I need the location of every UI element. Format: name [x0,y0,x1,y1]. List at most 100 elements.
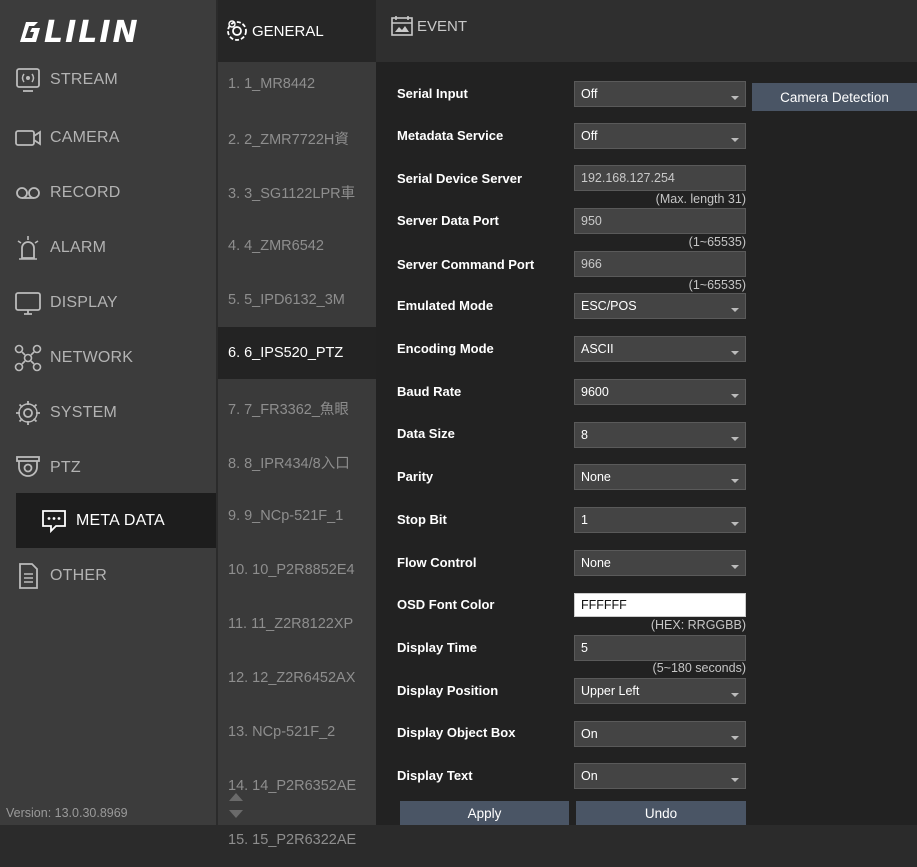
encoding-mode-label: Encoding Mode [397,341,494,356]
emulated-mode-label: Emulated Mode [397,298,494,313]
sidebar-item-other[interactable]: OTHER [0,548,216,603]
version-label: Version: 13.0.30.8969 [6,806,128,820]
serial-device-server-input[interactable]: 192.168.127.254 [574,165,746,191]
network-icon [12,342,44,374]
gear-icon [224,18,250,44]
device-item[interactable]: 9. 9_NCp-521F_1 [218,489,376,543]
sidebar-item-meta-data[interactable]: META DATA [16,493,216,548]
device-item[interactable]: 13. NCp-521F_2 [218,705,376,759]
sidebar-item-ptz[interactable]: PTZ [0,440,216,495]
sidebar-item-camera[interactable]: CAMERA [0,110,216,165]
serial-input-select[interactable]: Off [574,81,746,107]
device-label: 5. 5_IPD6132_3M [228,292,345,308]
sidebar-item-label: META DATA [76,511,165,529]
sidebar-item-alarm[interactable]: ALARM [0,220,216,275]
flow-control-select[interactable]: None [574,550,746,576]
display-position-select[interactable]: Upper Left [574,678,746,704]
input-value: FFFFFF [581,598,627,612]
parity-select[interactable]: None [574,464,746,490]
server-data-port-input[interactable]: 950 [574,208,746,234]
undo-button[interactable]: Undo [576,801,746,825]
display-icon [12,287,44,319]
server-data-port-hint: (1~65535) [688,235,746,249]
device-item[interactable]: 10. 10_P2R8852E4 [218,543,376,597]
parity-label: Parity [397,469,434,484]
encoding-mode-select[interactable]: ASCII [574,336,746,362]
device-item[interactable]: 15. 15_P2R6322AE [218,813,376,867]
device-label: 11. 11_Z2R8122XP [228,616,354,632]
sidebar-item-system[interactable]: SYSTEM [0,385,216,440]
device-item[interactable]: 14. 14_P2R6352AE [218,759,376,813]
stop-bit-label: Stop Bit [397,512,447,527]
metadata-service-select[interactable]: Off [574,123,746,149]
select-value: Off [581,129,598,143]
sidebar-item-label: PTZ [50,458,81,476]
stop-bit-select[interactable]: 1 [574,507,746,533]
display-object-box-select[interactable]: On [574,721,746,747]
device-item[interactable]: 1. 1_MR8442 [218,57,376,111]
device-label: 14. 14_P2R6352AE [228,778,357,794]
serial-device-server-label: Serial Device Server [397,171,523,186]
osd-font-color-input[interactable]: FFFFFF [574,593,746,617]
sidebar-item-network[interactable]: NETWORK [0,330,216,385]
system-icon [12,397,44,429]
scroll-down-icon[interactable] [229,810,243,818]
camera-detection-button[interactable]: Camera Detection [752,83,917,111]
lilin-logo: LILIN [16,12,196,52]
device-item[interactable]: 5. 5_IPD6132_3M [218,273,376,327]
baud-rate-select[interactable]: 9600 [574,379,746,405]
device-item[interactable]: 7. 7_FR3362_魚眼 [218,381,376,435]
tab-event[interactable]: EVENT [378,0,467,52]
event-icon [390,14,414,38]
display-object-box-label: Display Object Box [397,725,516,740]
device-label: 12. 12_Z2R6452AX [228,670,356,686]
sidebar-item-label: NETWORK [50,348,134,366]
device-label: 13. NCp-521F_2 [228,724,336,740]
device-item-selected[interactable]: 6. 6_IPS520_PTZ [218,327,376,379]
logo-text: LILIN [44,15,140,50]
display-position-label: Display Position [397,683,499,698]
device-item[interactable]: 4. 4_ZMR6542 [218,219,376,273]
device-label: 9. 9_NCp-521F_1 [228,508,344,524]
sidebar-item-record[interactable]: RECORD [0,165,216,220]
input-value: 192.168.127.254 [581,171,675,185]
device-label: 15. 15_P2R6322AE [228,832,357,848]
record-icon [12,177,44,209]
sidebar-item-label: ALARM [50,238,107,256]
device-item[interactable]: 12. 12_Z2R6452AX [218,651,376,705]
tab-label: GENERAL [252,22,324,40]
tab-label: EVENT [417,17,468,35]
select-value: ESC/POS [581,299,637,313]
device-item[interactable]: 8. 8_IPR434/8入口 [218,435,376,489]
server-command-port-hint: (1~65535) [688,278,746,292]
server-command-port-input[interactable]: 966 [574,251,746,277]
device-label: 7. 7_FR3362_魚眼 [228,401,349,418]
sidebar-item-stream[interactable]: STREAM [0,52,216,107]
flow-control-label: Flow Control [397,555,477,570]
device-item[interactable]: 2. 2_ZMR7722H資 [218,111,376,165]
display-time-label: Display Time [397,640,477,655]
select-value: Upper Left [581,684,640,698]
serial-input-label: Serial Input [397,86,468,101]
tab-general[interactable]: GENERAL [218,0,376,62]
select-value: 8 [581,428,588,442]
device-label: 10. 10_P2R8852E4 [228,562,355,578]
device-label: 1. 1_MR8442 [228,76,316,92]
select-value: None [581,556,611,570]
device-item[interactable]: 11. 11_Z2R8122XP [218,597,376,651]
scroll-up-icon[interactable] [229,793,243,801]
osd-font-color-label: OSD Font Color [397,597,495,612]
device-label: 4. 4_ZMR6542 [228,238,324,254]
device-item[interactable]: 3. 3_SG1122LPR車 [218,165,376,219]
server-data-port-label: Server Data Port [397,213,499,228]
device-label: 6. 6_IPS520_PTZ [228,345,344,361]
data-size-select[interactable]: 8 [574,422,746,448]
display-time-input[interactable]: 5 [574,635,746,661]
apply-button[interactable]: Apply [400,801,569,825]
sidebar-item-display[interactable]: DISPLAY [0,275,216,330]
metadata-service-label: Metadata Service [397,128,504,143]
sidebar-item-label: DISPLAY [50,293,118,311]
display-text-select[interactable]: On [574,763,746,789]
emulated-mode-select[interactable]: ESC/POS [574,293,746,319]
sidebar-item-label: SYSTEM [50,403,117,421]
